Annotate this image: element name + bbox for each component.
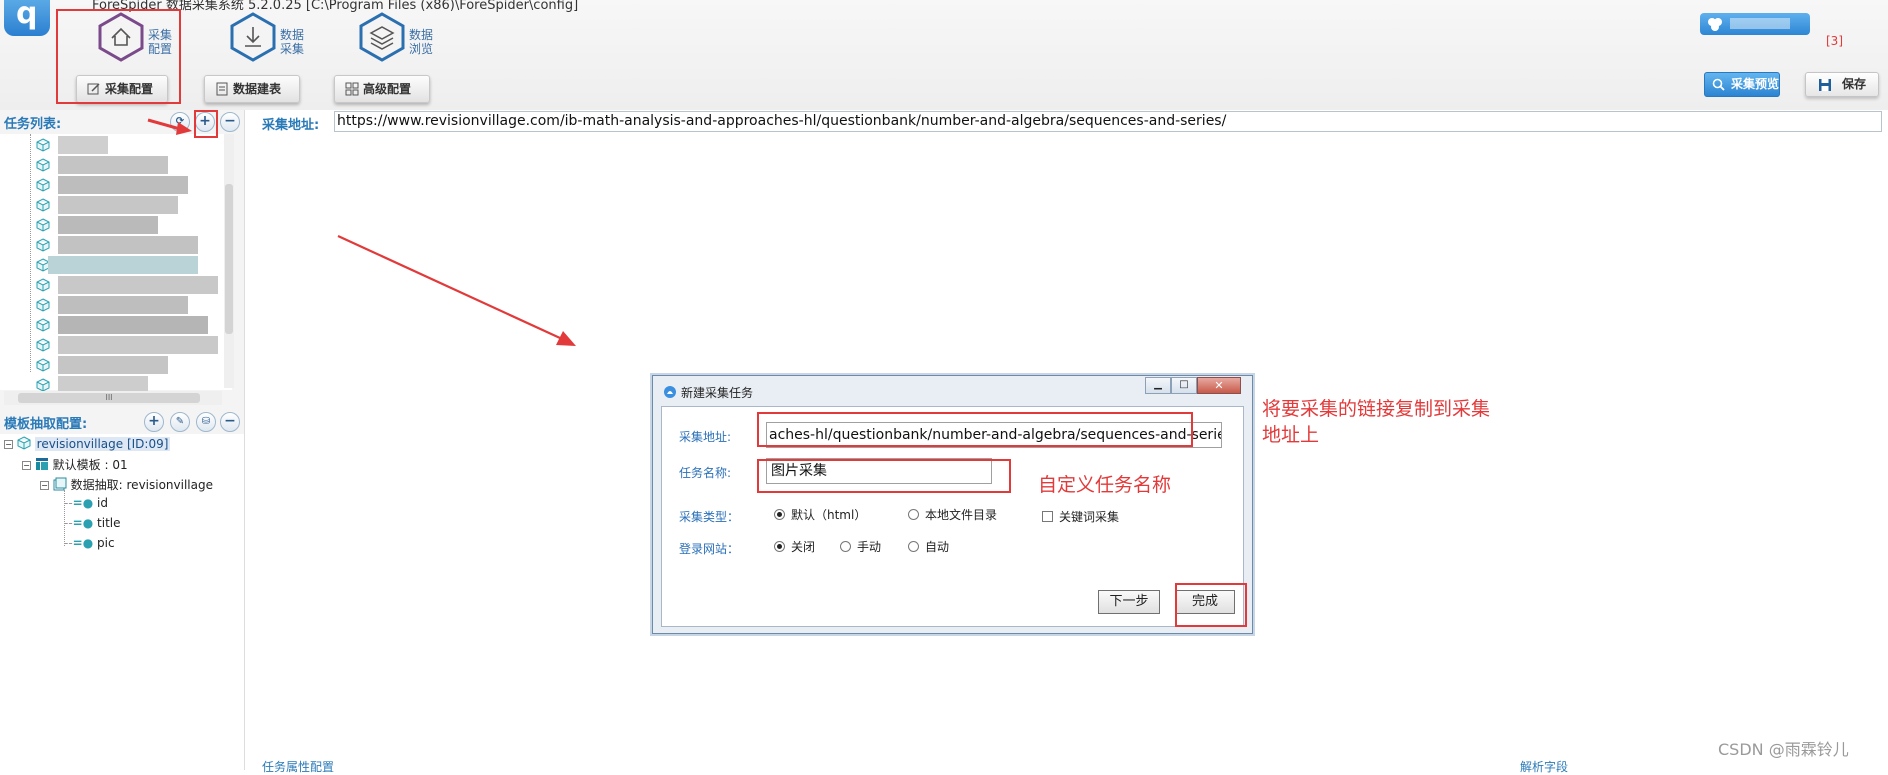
watermark: CSDN @雨霖铃儿 <box>1718 740 1849 759</box>
minimize-button[interactable]: ▁ <box>1145 377 1171 394</box>
parse-fields-tab[interactable]: 解析字段 <box>1520 758 1568 775</box>
keyword-label: 关键词采集 <box>1059 510 1120 524</box>
radio-icon <box>908 509 919 520</box>
login-site-label: 登录网站： <box>679 542 740 556</box>
maximize-button[interactable]: □ <box>1171 377 1197 394</box>
highlight-task-name <box>757 459 1011 493</box>
type-local-label: 本地文件目录 <box>925 508 998 522</box>
highlight-dialog-url <box>757 412 1193 447</box>
login-manual-label: 手动 <box>857 540 882 554</box>
type-default-label: 默认（html） <box>791 508 867 522</box>
note-task-name: 自定义任务名称 <box>1038 474 1172 496</box>
task-properties-tab[interactable]: 任务属性配置 <box>262 758 334 775</box>
checkbox-icon <box>1042 511 1053 522</box>
note-copy-url: 将要采集的链接复制到采集 地址上 <box>1262 398 1491 446</box>
login-off-radio[interactable]: 关闭 <box>774 538 815 555</box>
task-name-label: 任务名称: <box>679 466 732 480</box>
login-auto-label: 自动 <box>925 540 950 554</box>
type-default-radio[interactable]: 默认（html） <box>774 506 866 523</box>
app-small-icon <box>664 386 676 398</box>
collect-type-label: 采集类型： <box>679 510 740 524</box>
type-local-radio[interactable]: 本地文件目录 <box>908 506 997 523</box>
next-step-button[interactable]: 下一步 <box>1098 590 1160 614</box>
login-auto-radio[interactable]: 自动 <box>908 538 949 555</box>
dialog-title: 新建采集任务 <box>681 386 754 400</box>
radio-checked-icon <box>774 541 785 552</box>
window-controls: ▁ □ ✕ <box>1145 377 1241 395</box>
close-button[interactable]: ✕ <box>1197 377 1241 394</box>
keyword-checkbox[interactable]: 关键词采集 <box>1042 508 1119 525</box>
radio-icon <box>840 541 851 552</box>
dialog-url-label: 采集地址: <box>679 430 732 444</box>
radio-icon <box>908 541 919 552</box>
radio-checked-icon <box>774 509 785 520</box>
login-off-label: 关闭 <box>791 540 816 554</box>
login-manual-radio[interactable]: 手动 <box>840 538 881 555</box>
highlight-finish <box>1175 583 1247 627</box>
